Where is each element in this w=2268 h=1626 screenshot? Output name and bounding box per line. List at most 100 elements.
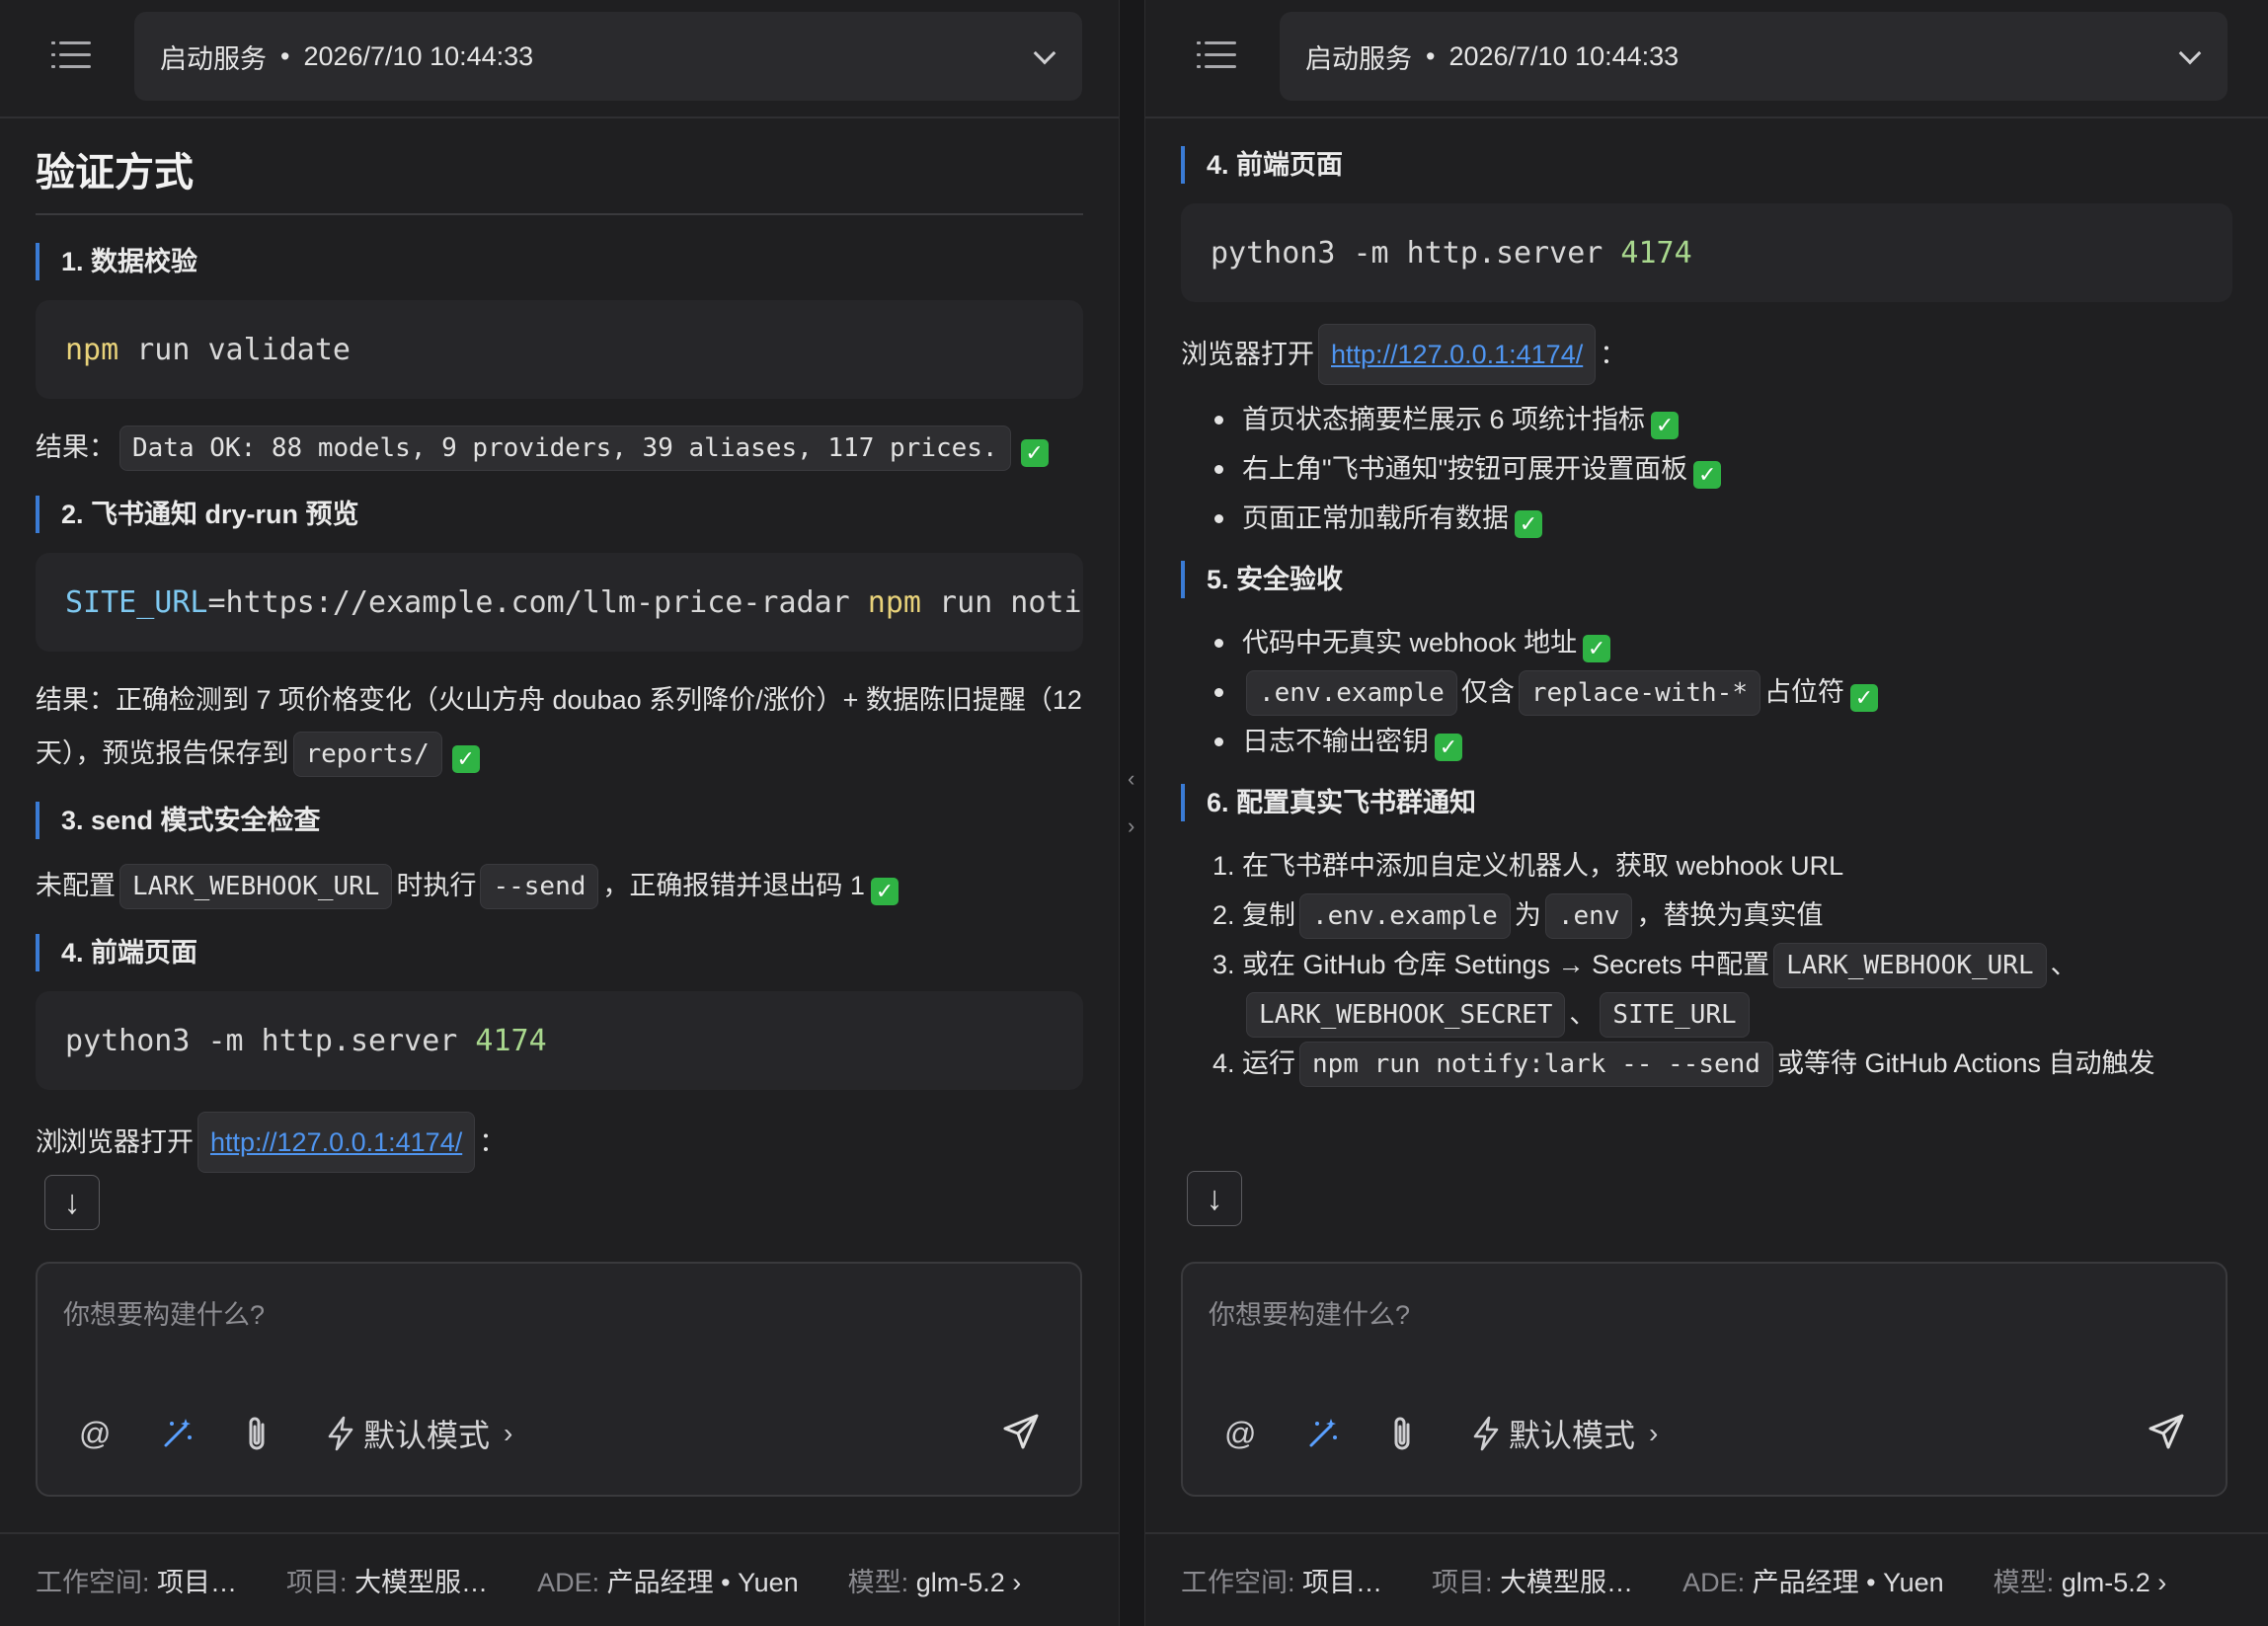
value: glm-5.2: [915, 1568, 1005, 1597]
subsection-title: 4. 前端页面: [36, 934, 1083, 971]
mode-label: 默认模式: [1509, 1418, 1636, 1453]
mode-selector[interactable]: 默认模式 ›: [1469, 1412, 1658, 1455]
text: 为: [1514, 900, 1541, 930]
user-name: Yuen: [738, 1568, 799, 1597]
arrow-down-icon: ↓: [63, 1183, 81, 1221]
text: 或等待 GitHub Actions 自动触发: [1776, 1048, 2155, 1078]
project-info[interactable]: 项目: 大模型服…: [1432, 1561, 1633, 1599]
label: 项目:: [1432, 1568, 1493, 1597]
value: 产品经理: [1752, 1568, 1859, 1597]
model-info[interactable]: 模型: glm-5.2 ›: [848, 1561, 1022, 1599]
menu-icon[interactable]: [51, 39, 91, 71]
magic-wand-icon[interactable]: [1305, 1412, 1341, 1455]
code-text: python3 -m http.server: [1211, 235, 1621, 271]
subsection-title: 5. 安全验收: [1181, 561, 2232, 598]
chevron-down-icon[interactable]: [2178, 41, 2202, 65]
list-item: 右上角"飞书通知"按钮可展开设置面板 ✓: [1181, 444, 2232, 494]
session-selector[interactable]: 启动服务 • 2026/7/10 10:44:33: [134, 12, 1082, 101]
menu-icon[interactable]: [1197, 39, 1236, 71]
chevron-right-icon: ›: [1012, 1568, 1022, 1597]
localhost-link[interactable]: http://127.0.0.1:4174/: [197, 1112, 476, 1173]
scroll-to-bottom-button[interactable]: ↓: [44, 1175, 100, 1230]
pane-header: 启动服务 • 2026/7/10 10:44:33: [1145, 0, 2268, 118]
inline-code: .env: [1544, 893, 1633, 939]
result-line: 结果： Data OK: 88 models, 9 providers, 39 a…: [36, 421, 1083, 474]
workspace-info[interactable]: 工作空间: 项目…: [36, 1561, 237, 1599]
magic-wand-icon[interactable]: [160, 1412, 196, 1455]
inline-code: --send: [480, 864, 599, 909]
separator-dot: •: [280, 40, 290, 71]
inline-code: LARK_WEBHOOK_URL: [119, 864, 393, 909]
ade-info[interactable]: ADE: 产品经理 • Yuen: [537, 1561, 799, 1599]
mode-label: 默认模式: [363, 1418, 491, 1453]
label: 工作空间:: [1181, 1568, 1295, 1597]
text: 、: [2050, 950, 2077, 979]
chat-input-box[interactable]: 你想要构建什么? @ 默认模式 ›: [1181, 1262, 2228, 1497]
inline-code: reports/: [292, 732, 442, 777]
left-pane: 启动服务 • 2026/7/10 10:44:33 验证方式 1. 数据校验 n…: [0, 0, 1119, 1626]
text: 运行: [1242, 1048, 1295, 1078]
text: 仅含: [1460, 677, 1515, 707]
chevron-left-icon[interactable]: ‹: [1128, 768, 1134, 790]
text: 复制: [1242, 900, 1295, 930]
send-button[interactable]: [2147, 1412, 2186, 1456]
pane-header: 启动服务 • 2026/7/10 10:44:33: [0, 0, 1119, 118]
chevron-right-icon: ›: [1649, 1418, 1659, 1448]
lightning-icon: [328, 1416, 353, 1451]
ade-info[interactable]: ADE: 产品经理 • Yuen: [1682, 1561, 1944, 1599]
chevron-right-icon: ›: [504, 1418, 513, 1448]
text: 浏览器打开: [60, 1127, 194, 1157]
mention-icon[interactable]: @: [1224, 1412, 1256, 1455]
mention-icon[interactable]: @: [79, 1412, 111, 1455]
scroll-to-bottom-button[interactable]: ↓: [1187, 1171, 1242, 1226]
text: 在飞书群中添加自定义机器人，获取 webhook URL: [1242, 851, 1844, 881]
localhost-link[interactable]: http://127.0.0.1:4174/: [1318, 324, 1597, 385]
arrow-down-icon: ↓: [1206, 1179, 1223, 1217]
chevron-right-icon: ›: [2157, 1568, 2167, 1597]
check-icon: ✓: [451, 745, 480, 773]
pane-divider[interactable]: ‹ ›: [1119, 0, 1145, 1626]
check-icon: ✓: [1515, 510, 1542, 538]
label: 工作空间:: [36, 1568, 150, 1597]
list-item: 4. 运行 npm run notify:lark -- --send 或等待 Git…: [1181, 1039, 2232, 1088]
paperclip-icon[interactable]: [1388, 1412, 1418, 1455]
text: 浏览器打开: [1181, 340, 1314, 369]
chevron-down-icon[interactable]: [1033, 41, 1056, 65]
browser-line: 浏浏览器打开 http://127.0.0.1:4174/：: [36, 1112, 1083, 1173]
project-info[interactable]: 项目: 大模型服…: [286, 1561, 488, 1599]
code-block: SITE_URL =https://example.com/llm-price-r…: [36, 553, 1083, 652]
result-line: 未配置 LARK_WEBHOOK_URL 时执行 --send ，正确报错并退出码 1 ✓: [36, 859, 1083, 912]
text: ，替换为真实值: [1636, 900, 1824, 930]
chat-input-placeholder[interactable]: 你想要构建什么?: [1209, 1293, 1410, 1332]
numbered-list: 1. 在飞书群中添加自定义机器人，获取 webhook URL 2. 复制 .env.…: [1181, 841, 2232, 1088]
inline-code: .env.example: [1299, 893, 1511, 939]
chevron-right-icon[interactable]: ›: [1128, 815, 1134, 837]
session-selector[interactable]: 启动服务 • 2026/7/10 10:44:33: [1280, 12, 2228, 101]
check-icon: ✓: [1435, 734, 1462, 761]
inline-code: SITE_URL: [1600, 992, 1750, 1038]
item-number: 4.: [1212, 1048, 1235, 1078]
workspace-info[interactable]: 工作空间: 项目…: [1181, 1561, 1382, 1599]
label: 模型:: [1993, 1568, 2055, 1597]
send-button[interactable]: [1001, 1412, 1041, 1456]
inline-code: LARK_WEBHOOK_SECRET: [1246, 992, 1566, 1038]
chat-input-box[interactable]: 你想要构建什么? @ 默认模式 ›: [36, 1262, 1082, 1497]
section-heading: 验证方式: [36, 120, 1083, 215]
mode-selector[interactable]: 默认模式 ›: [324, 1412, 512, 1455]
check-icon: ✓: [1693, 461, 1722, 489]
chat-input-placeholder[interactable]: 你想要构建什么?: [63, 1293, 265, 1332]
value: 项目…: [157, 1568, 238, 1597]
text: 页面正常加载所有数据: [1242, 503, 1509, 533]
session-title: 启动服务: [1305, 43, 1412, 74]
code-keyword: npm: [867, 584, 921, 620]
session-time: 2026/7/10 10:44:33: [1448, 40, 1680, 71]
label: ADE:: [537, 1568, 600, 1597]
check-icon: ✓: [1020, 439, 1049, 467]
value: 大模型服…: [354, 1568, 489, 1597]
subsection-title: 2. 飞书通知 dry-run 预览: [36, 496, 1083, 533]
model-info[interactable]: 模型: glm-5.2 ›: [1994, 1561, 2167, 1599]
paperclip-icon[interactable]: [243, 1412, 273, 1455]
item-number: 2.: [1212, 900, 1235, 930]
inline-code: Data OK: 88 models, 9 providers, 39 alia…: [119, 426, 1011, 471]
code-keyword: npm: [65, 332, 119, 367]
